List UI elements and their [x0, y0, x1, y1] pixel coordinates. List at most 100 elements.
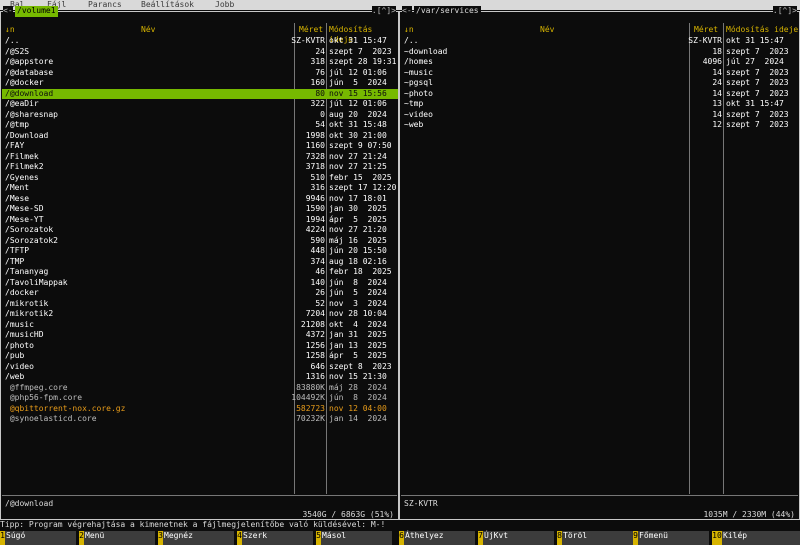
file-row[interactable]: /web 1316 nov 15 21:30 — [2, 372, 398, 383]
file-mtime: szept 7 2023 — [329, 46, 392, 56]
file-row[interactable]: /docker 26 jún 5 2024 — [2, 288, 398, 299]
right-status-divider — [401, 495, 798, 496]
file-mtime: szept 7 2023 — [726, 120, 789, 129]
file-row[interactable]: @php56-fpm.core 104492K jún 8 2024 — [2, 393, 398, 404]
menu-right[interactable]: Jobb — [215, 0, 234, 10]
file-row[interactable]: /TavoliMappak 140 jún 8 2024 — [2, 278, 398, 289]
file-row[interactable]: /@sharesnap 0 aug 20 2024 — [2, 110, 398, 121]
f6-move-button[interactable]: 6Áthelyez — [399, 531, 475, 545]
file-row[interactable]: /Ment 316 szept 17 12:20 — [2, 183, 398, 194]
file-row[interactable]: /photo 1256 jan 13 2025 — [2, 341, 398, 352]
left-sort-indicator[interactable]: ↓n — [5, 25, 15, 35]
file-row[interactable]: ~music 14 szept 7 2023 — [401, 68, 799, 79]
file-row-selected[interactable]: /@download 80 nov 15 15:56 — [2, 88, 398, 99]
file-row[interactable]: @qbittorrent-nox.core.gz 582723 nov 12 04:… — [2, 404, 398, 415]
file-row[interactable]: /@S2S 24 szept 7 2023 — [2, 47, 398, 58]
file-row[interactable]: /@appstore 318 szept 28 19:31 — [2, 57, 398, 68]
right-panel-corner-left[interactable]: <- — [402, 6, 412, 16]
file-row[interactable]: /@database 76 júl 12 01:06 — [2, 68, 398, 79]
file-name: /pub — [5, 351, 25, 360]
left-panel-title[interactable]: /volume1 — [15, 6, 58, 17]
right-panel-corner-right[interactable]: .[^]> — [772, 6, 797, 16]
file-row[interactable]: /Sorozatok 4224 nov 27 21:20 — [2, 225, 398, 236]
file-row[interactable]: /.. SZ-KVTR okt 31 15:47 — [2, 36, 398, 47]
file-name: /TFTP — [5, 246, 30, 255]
file-name: @php56-fpm.core — [5, 393, 83, 402]
file-row[interactable]: /Mese 9946 nov 17 18:01 — [2, 194, 398, 205]
right-col-size-header[interactable]: Méret — [694, 25, 718, 35]
file-mtime: jan 30 2025 — [329, 204, 387, 213]
f7-mkdir-button[interactable]: 7ÚjKvt — [478, 531, 554, 545]
right-panel-title[interactable]: /var/services — [414, 6, 481, 17]
file-mtime: nov 3 2024 — [329, 298, 387, 308]
file-row[interactable]: /mikrotik 52 nov 3 2024 — [2, 299, 398, 310]
right-col-name-header[interactable]: Név — [540, 25, 554, 35]
left-panel[interactable]: <- /volume1 .[^]> ↓n Név Méret Módosítás… — [0, 6, 399, 520]
file-row[interactable]: /Download 1998 okt 30 21:00 — [2, 131, 398, 142]
file-name: /@tmp — [5, 120, 30, 129]
file-row[interactable]: /video 646 szept 8 2023 — [2, 362, 398, 373]
file-name: /@appstore — [5, 57, 54, 66]
f1-help-button[interactable]: 1Súgó — [0, 531, 76, 545]
file-row[interactable]: ~pgsql 24 szept 7 2023 — [401, 78, 799, 89]
file-row[interactable]: /@docker 160 jún 5 2024 — [2, 78, 398, 89]
file-row[interactable]: ~download 18 szept 7 2023 — [401, 47, 799, 58]
f4-edit-button[interactable]: 4Szerk — [237, 531, 313, 545]
file-row[interactable]: ~web 12 szept 7 2023 — [401, 120, 799, 131]
file-mtime: máj 28 2024 — [329, 382, 387, 392]
left-col-size-header[interactable]: Méret — [299, 25, 323, 35]
file-row[interactable]: /mikrotik2 7204 nov 28 10:04 — [2, 309, 398, 320]
file-size: 1316 — [305, 372, 325, 381]
file-size: 322 — [310, 99, 325, 108]
file-row[interactable]: @ffmpeg.core 83880K máj 28 2024 — [2, 383, 398, 394]
right-col-mtime-header[interactable]: Módosítás ideje — [726, 25, 798, 35]
left-col-name-header[interactable]: Név — [141, 25, 155, 35]
file-row[interactable]: /Filmek 7328 nov 27 21:24 — [2, 152, 398, 163]
file-row[interactable]: /Mese-SD 1590 jan 30 2025 — [2, 204, 398, 215]
file-mtime: szept 9 07:50 — [329, 141, 392, 150]
file-row[interactable]: /Mese-YT 1994 ápr 5 2025 — [2, 215, 398, 226]
file-row[interactable]: /TFTP 448 jún 20 15:50 — [2, 246, 398, 257]
menu-command[interactable]: Parancs — [88, 0, 122, 10]
file-size: 1994 — [305, 214, 325, 224]
fkey-label: Kilép — [723, 531, 748, 540]
file-mtime: szept 7 2023 — [726, 46, 789, 56]
f2-menu-button[interactable]: 2Menü — [79, 531, 155, 545]
menu-options[interactable]: Beállítások — [141, 0, 194, 10]
file-row[interactable]: ~video 14 szept 7 2023 — [401, 110, 799, 121]
left-panel-corner-right[interactable]: .[^]> — [371, 6, 396, 16]
file-row[interactable]: /homes 4096 júl 27 2024 — [401, 57, 799, 68]
file-mtime: nov 27 21:20 — [329, 225, 387, 234]
file-row[interactable]: /pub 1258 ápr 5 2025 — [2, 351, 398, 362]
right-panel[interactable]: <- /var/services .[^]> ↓n Név Méret Módo… — [399, 6, 800, 520]
file-row[interactable]: /Filmek2 3718 nov 27 21:25 — [2, 162, 398, 173]
file-row[interactable]: /FAY 1160 szept 9 07:50 — [2, 141, 398, 152]
left-panel-corner-left[interactable]: <- — [3, 6, 13, 16]
file-row[interactable]: @synoelasticd.core 70232K jan 14 2024 — [2, 414, 398, 425]
file-row[interactable]: /@eaDir 322 júl 12 01:06 — [2, 99, 398, 110]
file-row[interactable]: ~tmp 13 okt 31 15:47 — [401, 99, 799, 110]
file-row[interactable]: /Sorozatok2 590 máj 16 2025 — [2, 236, 398, 247]
file-mtime: szept 7 2023 — [726, 109, 789, 119]
file-row[interactable]: /musicHD 4372 jan 31 2025 — [2, 330, 398, 341]
right-sort-indicator[interactable]: ↓n — [404, 25, 414, 35]
file-row[interactable]: ~photo 14 szept 7 2023 — [401, 89, 799, 100]
file-row[interactable]: /Tananyag 46 febr 18 2025 — [2, 267, 398, 278]
file-size: 7328 — [305, 151, 325, 161]
f5-copy-button[interactable]: 5Másol — [316, 531, 392, 545]
file-row[interactable]: /@tmp 54 okt 31 15:48 — [2, 120, 398, 131]
file-size: 13 — [712, 99, 722, 108]
file-row[interactable]: /TMP 374 aug 18 02:16 — [2, 257, 398, 268]
file-name: /Filmek2 — [5, 162, 44, 171]
file-name: /web — [5, 372, 25, 381]
left-col-mtime-header[interactable]: Módosítás ideje — [329, 25, 398, 44]
f10-quit-button[interactable]: 10Kilép — [712, 531, 800, 545]
f8-delete-button[interactable]: 8Töröl — [557, 531, 633, 545]
file-name: /video — [5, 361, 34, 371]
file-row[interactable]: /Gyenes 510 febr 15 2025 — [2, 173, 398, 184]
f3-view-button[interactable]: 3Megnéz — [158, 531, 234, 545]
file-row[interactable]: /.. SZ-KVTR okt 31 15:47 — [401, 36, 799, 47]
file-row[interactable]: /music 21208 okt 4 2024 — [2, 320, 398, 331]
f9-pulldown-button[interactable]: 9Főmenü — [633, 531, 709, 545]
fkey-label: Töröl — [563, 531, 588, 540]
